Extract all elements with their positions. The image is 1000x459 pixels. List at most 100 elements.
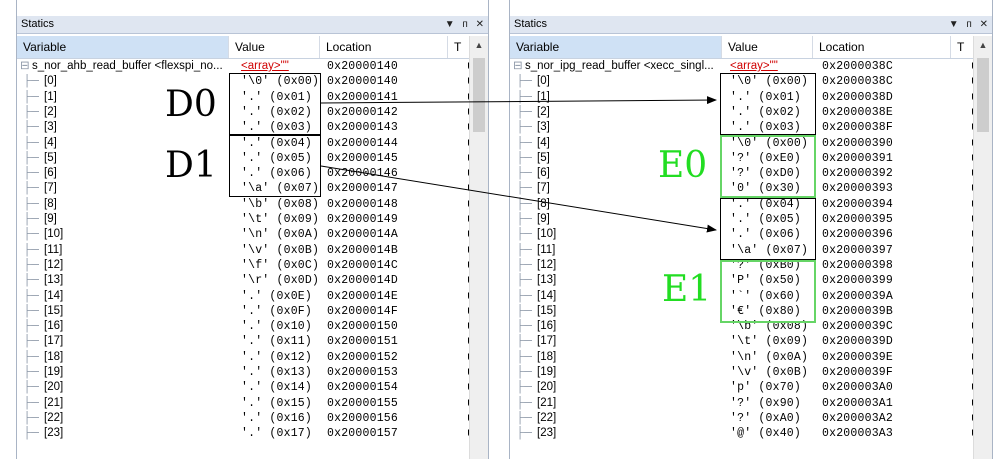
row-location: 0x20000397 (822, 243, 894, 257)
row-index: [16] (44, 320, 64, 333)
tree-connector: ├─ (516, 366, 533, 378)
table-row[interactable]: ├─[20]'.' (0x14)0x20000154uir (17, 380, 480, 395)
row-location: 0x2000039C (822, 320, 894, 334)
row-location: 0x2000039E (822, 350, 894, 364)
row-index: [0] (44, 75, 57, 88)
tree-connector: ├─ (23, 304, 40, 317)
table-row[interactable]: ├─[21]'?' (0x90)0x200003A1uir (510, 396, 984, 411)
row-index: [23] (537, 427, 557, 440)
table-row[interactable]: ├─[20]'p' (0x70)0x200003A0uir (510, 380, 984, 395)
row-index: [7] (44, 182, 57, 195)
table-row[interactable]: ├─[22]'.' (0x16)0x20000156uir (17, 411, 480, 426)
row-index: [12] (537, 258, 557, 271)
table-row[interactable]: ├─[10]'\n' (0x0A)0x2000014Auir (17, 227, 480, 242)
row-value: '.' (0x13) (241, 366, 313, 379)
scroll-thumb[interactable] (977, 58, 989, 132)
tree-connector: ├─ (23, 197, 40, 210)
row-location: 0x20000151 (327, 335, 399, 349)
tree-connector: ├─ (23, 289, 40, 302)
row-index: [22] (537, 411, 557, 424)
table-row[interactable]: ├─[18]'.' (0x12)0x20000152uir (17, 350, 480, 365)
tree-connector: ├─ (516, 228, 533, 241)
location-value: 0x2000038C (822, 60, 894, 73)
column-header-value[interactable]: Value (722, 36, 813, 58)
tree-connector: ├─ (516, 197, 533, 210)
table-row[interactable]: ├─[13]'\r' (0x0D)0x2000014Duir (17, 273, 480, 288)
panel-title: Statics (514, 18, 548, 30)
column-header-type[interactable]: T (951, 36, 975, 58)
table-row[interactable]: ├─[14]'.' (0x0E)0x2000014Euir (17, 289, 480, 304)
row-location: 0x2000014D (327, 274, 399, 288)
table-row[interactable]: ├─[17]'.' (0x11)0x20000151uir (17, 334, 480, 349)
table-row[interactable]: ├─[12]'\f' (0x0C)0x2000014Cuir (17, 258, 480, 273)
collapse-icon[interactable]: ⊟ (20, 59, 30, 74)
e1-label: E1 (662, 269, 712, 310)
close-icon[interactable]: ✕ (980, 19, 988, 30)
table-row[interactable]: ├─[21]'.' (0x15)0x20000155uir (17, 396, 480, 411)
row-index: [19] (537, 366, 557, 378)
table-row[interactable]: ├─[15]'.' (0x0F)0x2000014Fuir (17, 304, 480, 319)
vertical-scrollbar[interactable]: ▲ (469, 36, 488, 459)
table-row[interactable]: ├─[23]'@' (0x40)0x200003A3uir (510, 426, 984, 441)
row-index: [21] (537, 396, 557, 409)
column-header-variable[interactable]: Variable (510, 36, 722, 58)
tree-connector: ├─ (516, 411, 533, 424)
scroll-up-icon[interactable]: ▲ (470, 36, 488, 54)
tree-connector: ├─ (516, 151, 533, 164)
close-icon[interactable]: ✕ (476, 19, 484, 30)
row-location: 0x20000145 (327, 151, 399, 165)
tree-connector: ├─ (516, 427, 533, 440)
tree-connector: ├─ (23, 274, 40, 287)
table-row[interactable]: ├─[23]'.' (0x17)0x20000157uir (17, 426, 480, 441)
variable-name: s_nor_ahb_read_buffer <flexspi_no... (32, 60, 223, 72)
table-row[interactable]: ├─[22]'?' (0xA0)0x200003A2uir (510, 411, 984, 426)
row-location: 0x2000014F (327, 304, 399, 318)
dropdown-icon[interactable]: ▼ (445, 19, 455, 30)
table-row[interactable]: ├─[16]'.' (0x10)0x20000150uir (17, 319, 480, 334)
scroll-up-icon[interactable]: ▲ (974, 36, 992, 54)
row-location: 0x200003A1 (822, 396, 894, 410)
table-row-root[interactable]: ⊟ s_nor_ahb_read_buffer <flexspi_no... <ar… (17, 59, 480, 74)
row-location: 0x2000039A (822, 289, 894, 303)
row-index: [7] (537, 182, 550, 195)
table-row[interactable]: ├─[8]'\b' (0x08)0x20000148uir (17, 197, 480, 212)
column-header-variable[interactable]: Variable (17, 36, 229, 58)
collapse-icon[interactable]: ⊟ (513, 59, 523, 74)
column-header-value[interactable]: Value (229, 36, 320, 58)
table-row[interactable]: ├─[17]'\t' (0x09)0x2000039Duir (510, 334, 984, 349)
column-header-location[interactable]: Location (813, 36, 951, 58)
row-value: '\t' (0x09) (730, 335, 809, 349)
pin-icon[interactable]: ᴨ (462, 19, 467, 30)
row-location: 0x20000143 (327, 121, 399, 135)
row-location: 0x2000039D (822, 335, 894, 349)
row-value: '.' (0x0F) (241, 304, 313, 318)
pin-icon[interactable]: ᴨ (966, 19, 971, 30)
table-row-root[interactable]: ⊟ s_nor_ipg_read_buffer <xecc_singl... <ar… (510, 59, 984, 74)
row-location: 0x20000396 (822, 228, 894, 242)
table-row[interactable]: ├─[19]'\v' (0x0B)0x2000039Fuir (510, 365, 984, 380)
table-row[interactable]: ├─[19]'.' (0x13)0x20000153uir (17, 365, 480, 380)
column-header-location[interactable]: Location (320, 36, 448, 58)
row-value: '?' (0xA0) (730, 411, 802, 425)
tree-connector: ├─ (516, 320, 533, 333)
row-location: 0x2000014A (327, 228, 399, 242)
location-value: 0x20000140 (327, 60, 399, 73)
row-index: [21] (44, 396, 64, 409)
table-row[interactable]: ├─[18]'\n' (0x0A)0x2000039Euir (510, 350, 984, 365)
tree-connector: ├─ (23, 243, 40, 256)
tree-connector: ├─ (516, 90, 533, 103)
tree-connector: ├─ (23, 366, 40, 378)
scroll-thumb[interactable] (473, 58, 485, 132)
vertical-scrollbar[interactable]: ▲ (973, 36, 992, 459)
row-value: '.' (0x12) (241, 350, 313, 364)
row-location: 0x20000393 (822, 182, 894, 196)
table-row[interactable]: ├─[11]'\v' (0x0B)0x2000014Buir (17, 243, 480, 258)
row-value: '\r' (0x0D) (241, 274, 320, 288)
row-index: [10] (44, 228, 64, 241)
row-index: [2] (537, 105, 550, 118)
table-row[interactable]: ├─[9]'\t' (0x09)0x20000149uir (17, 212, 480, 227)
row-value: '.' (0x15) (241, 396, 313, 410)
row-location: 0x20000152 (327, 350, 399, 364)
dropdown-icon[interactable]: ▼ (949, 19, 959, 30)
row-value: '\f' (0x0C) (241, 258, 320, 272)
